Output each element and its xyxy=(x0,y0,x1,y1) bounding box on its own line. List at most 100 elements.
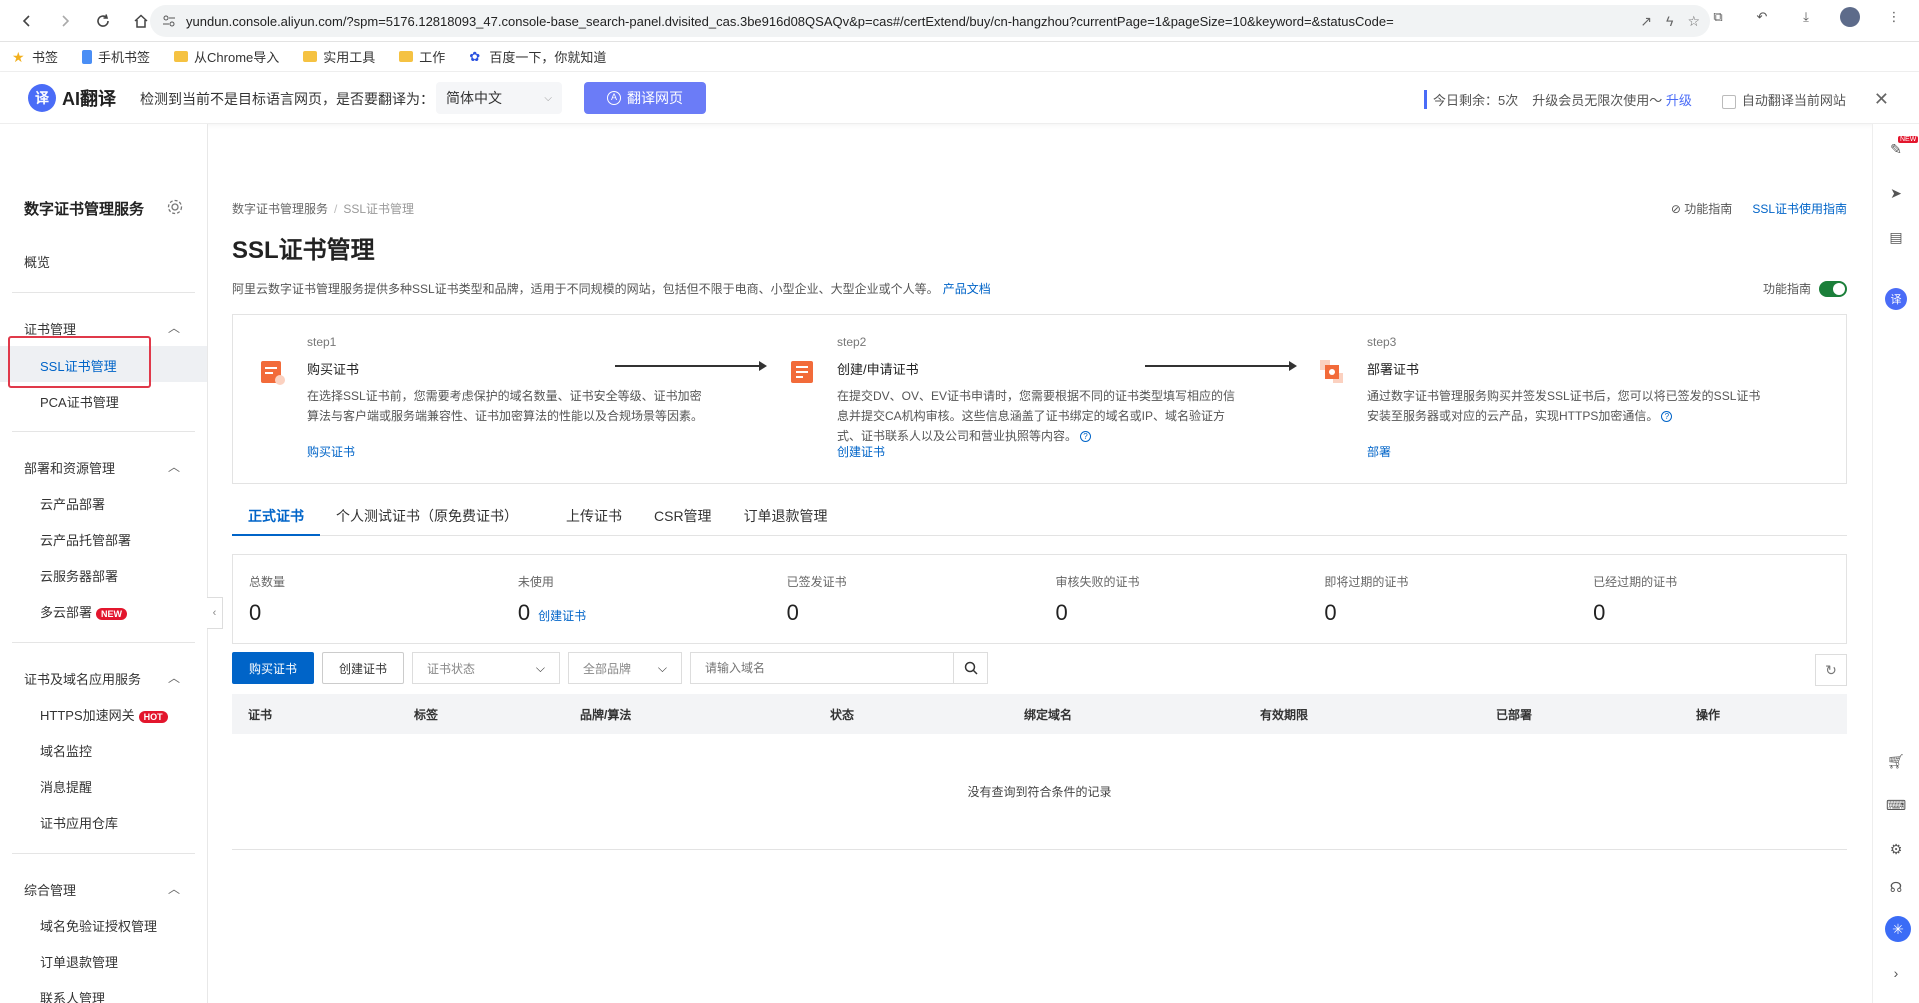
tab-csr[interactable]: CSR管理 xyxy=(638,496,728,536)
star-icon[interactable]: ☆ xyxy=(1687,13,1700,30)
divider xyxy=(12,642,195,643)
bookmark-item[interactable]: ✿ 百度一下，你就知道 xyxy=(469,47,606,66)
undo-icon[interactable]: ↶ xyxy=(1751,6,1773,28)
breadcrumb-link[interactable]: 数字证书管理服务 xyxy=(232,202,328,216)
upgrade-text: 升级会员无限次使用～ xyxy=(1532,93,1663,108)
sidebar-collapse-handle[interactable]: ‹ xyxy=(207,597,223,629)
lightning-icon[interactable]: ϟ xyxy=(1666,13,1673,29)
sidebar-item-overview[interactable]: 概览 xyxy=(24,252,50,271)
brand-select[interactable]: 全部品牌 ⌵ xyxy=(568,652,682,684)
stat-expiring: 即将过期的证书 0 xyxy=(1324,575,1409,625)
sidebar-item-managed-deploy[interactable]: 云产品托管部署 xyxy=(40,530,131,549)
divider xyxy=(12,431,195,432)
buy-cert-link[interactable]: 购买证书 xyxy=(307,443,355,460)
right-rail: ✎ NEW ➤ ▤ 译 🛒︎ ⌨ ⚙ ☊ ✳ › xyxy=(1872,124,1919,1003)
ssl-guide-link[interactable]: SSL证书使用指南 xyxy=(1752,200,1847,217)
url-text[interactable]: yundun.console.aliyun.com/?spm=5176.1281… xyxy=(186,14,1394,29)
close-icon[interactable]: ✕ xyxy=(1874,89,1889,110)
chevron-down-icon: ⌵ xyxy=(544,92,552,104)
sidebar-item-server-deploy[interactable]: 云服务器部署 xyxy=(40,566,118,585)
extensions-icon[interactable]: ⧉ xyxy=(1707,6,1729,28)
feature-guide-toggle[interactable] xyxy=(1819,280,1847,297)
terminal-icon[interactable]: ⌨ xyxy=(1885,794,1907,816)
sidebar-item-cloud-deploy[interactable]: 云产品部署 xyxy=(40,494,105,513)
menu-icon[interactable]: ⋮ xyxy=(1883,6,1905,28)
folder-icon xyxy=(303,51,318,62)
assistant-icon[interactable]: ✳ xyxy=(1885,916,1911,942)
upgrade-link[interactable]: 升级 xyxy=(1666,93,1692,108)
tab-official-cert[interactable]: 正式证书 xyxy=(232,496,320,536)
sidebar-group-apps[interactable]: 证书及域名应用服务 xyxy=(24,669,141,688)
bookmark-item[interactable]: ★ 书签 xyxy=(12,47,58,66)
reload-icon[interactable] xyxy=(86,4,120,38)
sidebar-title: 数字证书管理服务 xyxy=(24,201,145,218)
url-bar[interactable]: yundun.console.aliyun.com/?spm=5176.1281… xyxy=(150,5,1710,37)
chevron-right-icon[interactable]: › xyxy=(1885,962,1907,984)
auto-translate-checkbox[interactable]: 自动翻译当前网站 xyxy=(1721,90,1846,109)
breadcrumb-current: SSL证书管理 xyxy=(343,202,415,216)
sidebar-item-domain-monitor[interactable]: 域名监控 xyxy=(40,741,92,760)
download-icon[interactable]: ⤓ xyxy=(1795,6,1817,28)
site-settings-icon[interactable] xyxy=(162,14,176,28)
help-icon[interactable]: ? xyxy=(1661,411,1673,423)
stat-total: 总数量 0 xyxy=(249,575,286,625)
search-input[interactable] xyxy=(691,653,953,683)
document-icon[interactable]: ▤ xyxy=(1885,226,1907,248)
support-icon[interactable]: ☊ xyxy=(1885,876,1907,898)
empty-state: 没有查询到符合条件的记录 xyxy=(232,734,1847,850)
table-toolbar: 购买证书 创建证书 证书状态⌵ 全部品牌⌵ ↻ xyxy=(232,652,1847,686)
chevron-up-icon[interactable]: ︿ xyxy=(168,880,180,897)
sidebar-item-domain-auth[interactable]: 域名免验证授权管理 xyxy=(40,916,157,935)
help-icon[interactable]: ? xyxy=(1080,431,1092,443)
steps-panel: step1 购买证书 在选择SSL证书前，您需要考虑保护的域名数量、证书安全等级… xyxy=(232,314,1847,484)
new-badge: NEW xyxy=(96,607,128,620)
back-icon[interactable] xyxy=(10,4,44,38)
avatar[interactable] xyxy=(1839,6,1861,28)
translate-icon[interactable]: 译 xyxy=(1885,288,1907,310)
chevron-up-icon[interactable]: ︿ xyxy=(168,669,180,686)
stat-expired: 已经过期的证书 0 xyxy=(1593,575,1678,625)
gear-icon[interactable] xyxy=(166,198,184,216)
sidebar-item-https-gateway[interactable]: HTTPS加速网关 HOT xyxy=(40,705,168,724)
sidebar-item-multicloud-deploy[interactable]: 多云部署 NEW xyxy=(40,602,128,621)
bookmark-item[interactable]: 工作 xyxy=(399,47,445,66)
bookmark-item[interactable]: 实用工具 xyxy=(303,47,375,66)
product-doc-link[interactable]: 产品文档 xyxy=(943,282,991,296)
cart-icon[interactable]: 🛒︎ xyxy=(1885,750,1907,772)
sidebar-item-cert-repo[interactable]: 证书应用仓库 xyxy=(40,813,118,832)
cert-status-select[interactable]: 证书状态 ⌵ xyxy=(412,652,560,684)
sidebar-group-general[interactable]: 综合管理 xyxy=(24,880,76,899)
sidebar-group-deploy[interactable]: 部署和资源管理 xyxy=(24,458,115,477)
tab-test-cert[interactable]: 个人测试证书（原免费证书） xyxy=(320,496,534,536)
sidebar-item-pca-cert[interactable]: PCA证书管理 xyxy=(40,392,119,411)
new-badge: NEW xyxy=(1898,136,1919,143)
deploy-link[interactable]: 部署 xyxy=(1367,443,1391,460)
ai-translate-logo: 译 AI翻译 xyxy=(28,84,116,112)
tab-upload-cert[interactable]: 上传证书 xyxy=(550,496,638,536)
chevron-up-icon[interactable]: ︿ xyxy=(168,319,180,336)
language-select[interactable]: 简体中文 ⌵ xyxy=(436,82,562,114)
share-icon[interactable]: ↗ xyxy=(1640,13,1652,30)
gear-icon[interactable]: ⚙ xyxy=(1885,838,1907,860)
refresh-icon[interactable]: ↻ xyxy=(1815,654,1847,686)
translate-page-button[interactable]: A 翻译网页 xyxy=(584,82,706,114)
bookmark-item[interactable]: 手机书签 xyxy=(82,47,150,66)
search-icon[interactable] xyxy=(953,653,987,683)
sidebar-item-refunds[interactable]: 订单退款管理 xyxy=(40,952,118,971)
main-content: 数字证书管理服务 / SSL证书管理 ⊘ 功能指南 SSL证书使用指南 SSL证书管… xyxy=(232,124,1847,1003)
create-cert-link[interactable]: 创建证书 xyxy=(538,607,586,624)
chevron-up-icon[interactable]: ︿ xyxy=(168,458,180,475)
stats-panel: 总数量 0 未使用 0 创建证书 已签发证书 0 审核失败的证书 0 即将过期的证书 0 已… xyxy=(232,554,1847,644)
cursor-icon[interactable]: ➤ xyxy=(1885,182,1907,204)
feature-guide-link[interactable]: ⊘ 功能指南 xyxy=(1671,200,1732,217)
forward-icon[interactable] xyxy=(48,4,82,38)
arrow-icon xyxy=(615,361,767,371)
tab-refund[interactable]: 订单退款管理 xyxy=(728,496,844,536)
create-cert-button[interactable]: 创建证书 xyxy=(322,652,404,684)
buy-cert-button[interactable]: 购买证书 xyxy=(232,652,314,684)
sidebar-item-notifications[interactable]: 消息提醒 xyxy=(40,777,92,796)
create-cert-link[interactable]: 创建证书 xyxy=(837,443,885,460)
folder-icon xyxy=(174,51,189,62)
bookmark-item[interactable]: 从Chrome导入 xyxy=(174,47,279,66)
sidebar-item-contacts[interactable]: 联系人管理 xyxy=(40,988,105,1003)
